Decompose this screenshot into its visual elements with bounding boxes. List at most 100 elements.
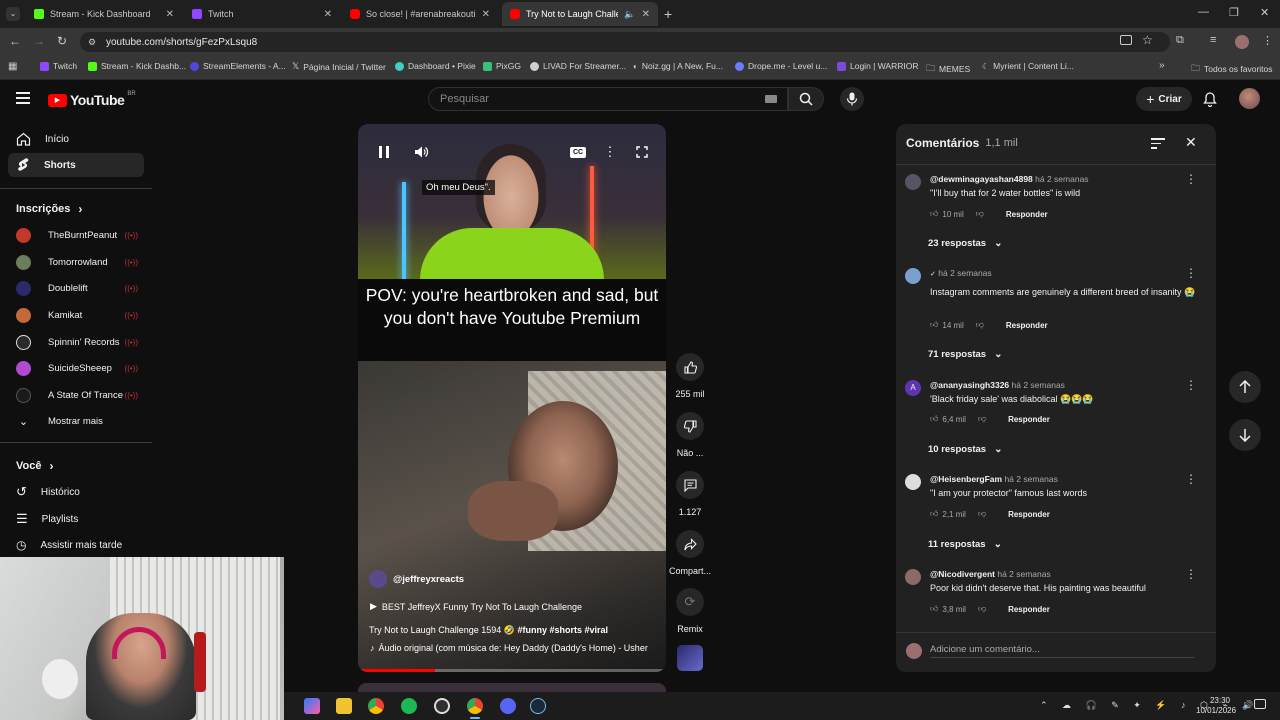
tab-youtube-1[interactable]: So close! | #arenabreakoutinfin ✕ bbox=[342, 2, 498, 26]
notifications-bell-icon[interactable] bbox=[1203, 92, 1217, 110]
voice-search-button[interactable] bbox=[840, 87, 864, 111]
close-icon[interactable]: ✕ bbox=[642, 9, 650, 20]
thumbs-down-icon[interactable]: 👎︎ bbox=[978, 509, 986, 519]
hashtags[interactable]: #funny #shorts #viral bbox=[517, 625, 608, 635]
view-replies-button[interactable]: 10 respostas ⌄ bbox=[928, 444, 1002, 455]
chrome-icon[interactable] bbox=[368, 698, 384, 714]
fullscreen-button[interactable] bbox=[632, 142, 652, 162]
more-options-button[interactable]: ⋮ bbox=[600, 142, 620, 162]
install-icon[interactable] bbox=[1120, 35, 1132, 45]
copilot-icon[interactable] bbox=[304, 698, 320, 714]
taskbar-clock[interactable]: 23:30 10/01/2026 bbox=[1196, 696, 1236, 716]
profile-avatar[interactable] bbox=[1235, 35, 1249, 49]
sidebar-item-home[interactable]: Início bbox=[8, 127, 144, 151]
thumbs-up-icon[interactable]: 👍︎ bbox=[930, 604, 938, 614]
view-replies-button[interactable]: 23 respostas ⌄ bbox=[928, 238, 1002, 249]
sidebar-item-watch-later[interactable]: ◷ Assistir mais tarde bbox=[8, 533, 144, 557]
bookmark-twitch[interactable]: Twitch bbox=[40, 61, 77, 71]
back-icon[interactable]: ← bbox=[9, 34, 21, 48]
bookmark-myrient[interactable]: ☾ Myrient | Content Li... bbox=[982, 61, 1074, 71]
reply-button[interactable]: Responder bbox=[1008, 510, 1050, 519]
apps-icon[interactable]: ▦ bbox=[8, 61, 17, 72]
remix-button[interactable]: ⟳ Remix bbox=[676, 588, 704, 634]
tab-kick[interactable]: Stream - Kick Dashboard ✕ bbox=[26, 2, 182, 26]
subscription-channel[interactable]: TheBurntPeanut ((•)) bbox=[16, 228, 138, 243]
thumbs-down-icon[interactable]: 👎︎ bbox=[976, 320, 984, 330]
forward-icon[interactable]: → bbox=[33, 34, 45, 48]
reply-button[interactable]: Responder bbox=[1006, 210, 1048, 219]
tab-youtube-active[interactable]: Try Not to Laugh Challeng 🔈 ✕ bbox=[502, 2, 658, 26]
account-avatar[interactable] bbox=[1239, 88, 1260, 109]
add-comment-field[interactable]: Adicione um comentário... bbox=[906, 636, 1206, 666]
comment-author[interactable]: @ananyasingh3326 bbox=[930, 380, 1009, 390]
create-button[interactable]: + Criar bbox=[1136, 87, 1192, 111]
bookmark-memes[interactable]: 🗀 MEMES bbox=[926, 61, 970, 77]
channel-info[interactable]: @jeffreyxreacts bbox=[369, 570, 464, 588]
you-header[interactable]: Você › bbox=[16, 459, 53, 473]
reply-button[interactable]: Responder bbox=[1008, 415, 1050, 424]
subscriptions-header[interactable]: Inscrições › bbox=[16, 202, 82, 216]
extensions-icon[interactable]: ⧉ bbox=[1176, 34, 1184, 47]
all-bookmarks[interactable]: 🗀 Todos os favoritos bbox=[1191, 61, 1273, 77]
dislike-button[interactable]: Não ... bbox=[676, 412, 704, 458]
comment-author[interactable]: @dewminagayashan4898 bbox=[930, 174, 1033, 184]
next-short-button[interactable] bbox=[1229, 419, 1261, 451]
bookmark-warrior[interactable]: Login | WARRIOR bbox=[837, 61, 919, 71]
discord-icon[interactable] bbox=[500, 698, 516, 714]
youtube-logo[interactable]: ▶ YouTube BR bbox=[48, 91, 136, 108]
sidebar-item-history[interactable]: ↺ Histórico bbox=[8, 480, 144, 504]
subscription-channel[interactable]: SuicideSheeep ((•)) bbox=[16, 361, 138, 376]
pause-button[interactable] bbox=[374, 142, 394, 162]
star-icon[interactable]: ☆ bbox=[1142, 33, 1153, 47]
notification-center-icon[interactable] bbox=[1254, 699, 1266, 709]
bookmark-livad[interactable]: LIVAD For Streamer... bbox=[530, 61, 626, 71]
thumbs-up-icon[interactable]: 👍︎ bbox=[930, 320, 938, 330]
subscription-channel[interactable]: Doublelift ((•)) bbox=[16, 281, 138, 296]
bookmark-twitter[interactable]: 𝕏 Página Inicial / Twitter bbox=[292, 61, 386, 72]
close-icon[interactable]: ✕ bbox=[482, 9, 490, 20]
restore-button[interactable]: ❐ bbox=[1229, 6, 1239, 19]
spotify-icon[interactable] bbox=[401, 698, 417, 714]
speaker-icon[interactable]: 🔈 bbox=[624, 9, 635, 20]
view-replies-button[interactable]: 71 respostas ⌄ bbox=[928, 349, 1002, 360]
comment-menu-icon[interactable]: ⋮ bbox=[1185, 472, 1197, 486]
close-icon[interactable]: ✕ bbox=[166, 9, 174, 20]
commenter-avatar[interactable] bbox=[905, 268, 921, 284]
reload-icon[interactable]: ↻ bbox=[57, 34, 67, 48]
bookmark-pixgg[interactable]: PixGG bbox=[483, 61, 521, 71]
new-tab-button[interactable]: + bbox=[664, 6, 672, 22]
bookmark-streamelements[interactable]: StreamElements - A... bbox=[190, 61, 286, 71]
thumbs-up-icon[interactable]: 👍︎ bbox=[930, 509, 938, 519]
comment-menu-icon[interactable]: ⋮ bbox=[1185, 378, 1197, 392]
volume-button[interactable] bbox=[412, 142, 432, 162]
sort-icon[interactable] bbox=[1151, 138, 1165, 149]
sidebar-item-playlists[interactable]: ☰ Playlists bbox=[8, 507, 144, 531]
file-explorer-icon[interactable] bbox=[336, 698, 352, 714]
like-button[interactable]: 255 mil bbox=[675, 353, 705, 399]
commenter-avatar[interactable] bbox=[905, 569, 921, 585]
media-icon[interactable]: ≡ bbox=[1210, 34, 1216, 46]
bookmark-kick[interactable]: Stream - Kick Dashb... bbox=[88, 61, 186, 71]
menu-icon[interactable]: ⋮ bbox=[1262, 34, 1273, 47]
steam-icon[interactable] bbox=[530, 698, 546, 714]
short-video-player[interactable]: Oh meu Deus". CC ⋮ POV: you're heartbrok… bbox=[358, 124, 666, 672]
search-button[interactable] bbox=[788, 87, 824, 111]
share-button[interactable]: Compart... bbox=[669, 530, 711, 576]
thumbs-down-icon[interactable]: 👎︎ bbox=[978, 414, 986, 424]
comment-author[interactable]: @HeisenbergFam bbox=[930, 474, 1002, 484]
comment-menu-icon[interactable]: ⋮ bbox=[1185, 172, 1197, 186]
thumbs-up-icon[interactable]: 👍︎ bbox=[930, 414, 938, 424]
search-input[interactable]: Pesquisar bbox=[428, 87, 788, 111]
close-icon[interactable]: ✕ bbox=[324, 9, 332, 20]
comment-menu-icon[interactable]: ⋮ bbox=[1185, 567, 1197, 581]
view-replies-button[interactable]: 11 respostas ⌄ bbox=[928, 539, 1002, 550]
bookmark-noiz[interactable]: ◐ Noiz.gg | A New, Fu... bbox=[633, 61, 723, 71]
bookmark-pixie[interactable]: Dashboard • Pixie bbox=[395, 61, 476, 71]
commenter-avatar[interactable] bbox=[905, 174, 921, 190]
bookmark-drope[interactable]: Drope.me - Level u... bbox=[735, 61, 827, 71]
captions-button[interactable]: CC bbox=[568, 142, 588, 162]
sidebar-item-shorts[interactable]: Shorts bbox=[8, 153, 144, 177]
commenter-avatar[interactable] bbox=[905, 474, 921, 490]
comments-button[interactable]: 1.127 bbox=[676, 471, 704, 517]
reply-button[interactable]: Responder bbox=[1006, 321, 1048, 330]
